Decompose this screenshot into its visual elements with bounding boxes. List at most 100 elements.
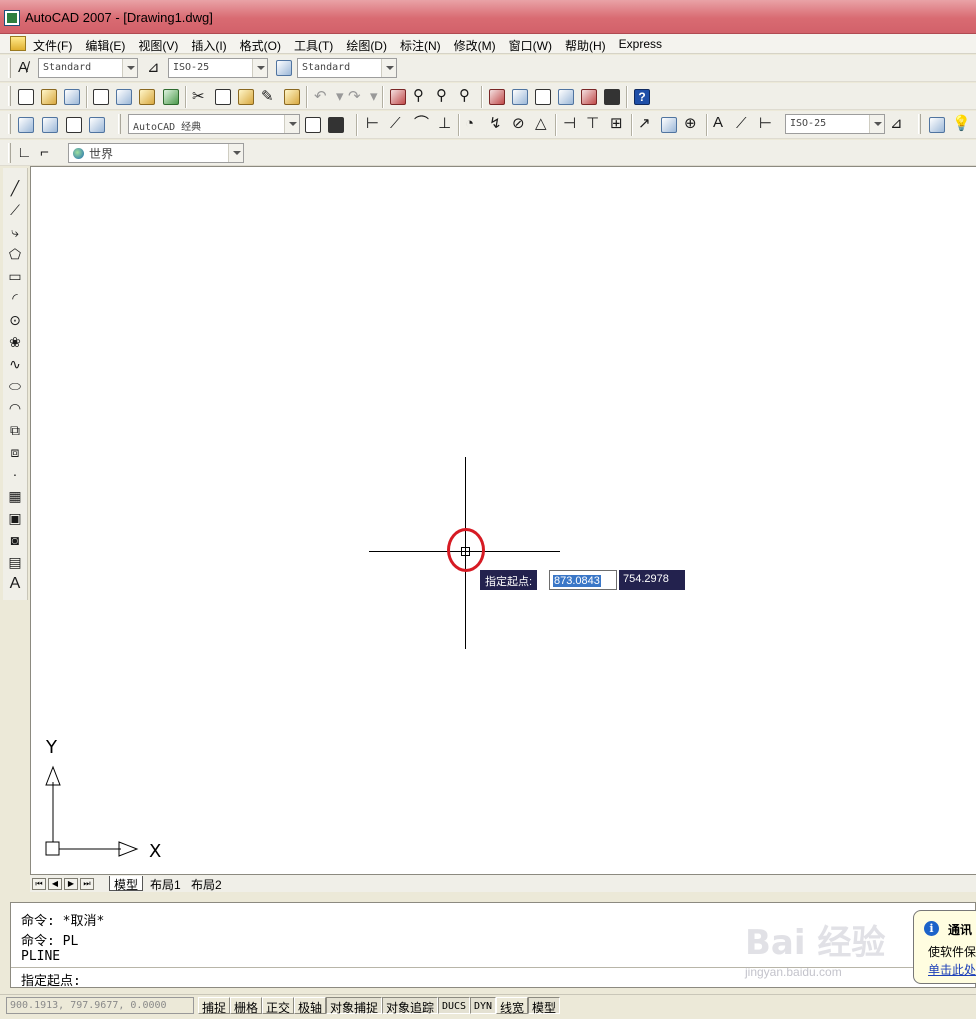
dim-style-manager-icon[interactable]: ⊿ — [890, 116, 903, 132]
polar-toggle[interactable]: 极轴 — [294, 997, 327, 1015]
model-toggle[interactable]: 模型 — [528, 997, 561, 1015]
snap-toggle[interactable]: 捕捉 — [198, 997, 231, 1015]
zoom-window-icon[interactable]: ⚲ — [436, 88, 447, 104]
menu-insert[interactable]: 插入(I) — [191, 37, 232, 54]
menu-dimension[interactable]: 标注(N) — [400, 37, 447, 54]
publish-icon[interactable] — [139, 89, 155, 105]
new-file-icon[interactable] — [18, 89, 34, 105]
dyn-toggle[interactable]: DYN — [470, 997, 497, 1014]
lineweight-toggle[interactable]: 线宽 — [496, 997, 529, 1015]
undo-dropdown-icon[interactable]: ▾ — [336, 89, 344, 105]
etransmit-icon[interactable] — [163, 89, 179, 105]
zoom-previous-icon[interactable]: ⚲ — [459, 88, 470, 104]
menu-view[interactable]: 视图(V) — [138, 37, 184, 54]
grid-toggle[interactable]: 栅格 — [230, 997, 263, 1015]
text-style-icon[interactable]: A̸ — [18, 60, 28, 76]
undo-icon[interactable]: ↶ — [314, 89, 327, 105]
otrack-toggle[interactable]: 对象追踪 — [382, 997, 439, 1015]
tolerance-icon[interactable] — [661, 117, 677, 133]
ucs-icon[interactable]: ∟ — [17, 145, 32, 161]
toolbar-grip[interactable] — [8, 86, 11, 106]
menu-express[interactable]: Express — [619, 37, 668, 54]
calculator-icon[interactable] — [604, 89, 620, 105]
jogged-dim-icon[interactable]: ↯ — [489, 116, 502, 132]
chevron-down-icon[interactable] — [869, 115, 884, 133]
balloon-link[interactable]: 单击此处 — [928, 961, 976, 978]
dynamic-input-x-field[interactable]: 873.0843 — [549, 570, 617, 590]
ellipse-icon[interactable]: ⬭ — [7, 378, 23, 394]
save-workspace-icon[interactable] — [89, 117, 105, 133]
spline-icon[interactable]: ∿ — [7, 356, 23, 372]
circle-icon[interactable]: ⊙ — [7, 312, 23, 328]
region-icon[interactable]: ◙ — [7, 532, 23, 548]
previous-tab-icon[interactable]: ◀ — [48, 878, 62, 890]
layer-manager-icon[interactable] — [929, 117, 945, 133]
ducs-toggle[interactable]: DUCS — [438, 997, 471, 1014]
line-icon[interactable]: ╱ — [7, 180, 23, 196]
chevron-down-icon[interactable] — [284, 115, 299, 133]
dim-update-icon[interactable]: ⊢ — [759, 116, 772, 132]
linear-dim-icon[interactable]: ⊢ — [366, 116, 379, 132]
ucs-manager-icon[interactable]: ⌐ — [40, 145, 49, 161]
last-tab-icon[interactable]: ⏭ — [80, 878, 94, 890]
toolbar-grip[interactable] — [8, 143, 11, 163]
cut-icon[interactable]: ✂ — [192, 89, 205, 105]
menu-tools[interactable]: 工具(T) — [294, 37, 339, 54]
copy-icon[interactable] — [215, 89, 231, 105]
communication-center-balloon[interactable]: i 通讯 使软件保 单击此处 — [913, 910, 976, 984]
ucs-select[interactable]: 世界 — [68, 143, 244, 163]
toolbar-grip[interactable] — [118, 114, 121, 134]
angular-dim-icon[interactable]: △ — [535, 116, 547, 132]
save-icon[interactable] — [64, 89, 80, 105]
dim-style-select-2[interactable]: ISO-25 — [785, 114, 885, 134]
redo-dropdown-icon[interactable]: ▾ — [370, 89, 378, 105]
workspaces-icon[interactable] — [18, 117, 34, 133]
coordinate-display[interactable]: 900.1913, 797.9677, 0.0000 — [6, 997, 194, 1014]
workspace-save-button[interactable] — [328, 117, 344, 133]
workspace-select[interactable]: AutoCAD 经典 — [128, 114, 300, 134]
workspace-settings-icon[interactable] — [42, 117, 58, 133]
quick-dim-icon[interactable]: ⊣ — [563, 116, 576, 132]
tool-palettes-icon[interactable] — [535, 89, 551, 105]
tab-layout1[interactable]: 布局1 — [146, 876, 185, 892]
drawing-area[interactable]: 指定起点: 873.0843 754.2978 Y X — [30, 166, 976, 874]
leader-icon[interactable]: ↗ — [638, 116, 651, 132]
match-properties-icon[interactable]: ✎ — [261, 89, 274, 105]
menu-window[interactable]: 窗口(W) — [509, 37, 558, 54]
aligned-dim-icon[interactable]: ⟋ — [390, 116, 401, 132]
paste-icon[interactable] — [238, 89, 254, 105]
ellipse-arc-icon[interactable]: ◠ — [7, 400, 23, 416]
menu-modify[interactable]: 修改(M) — [454, 37, 502, 54]
zoom-realtime-icon[interactable]: ⚲ — [413, 88, 424, 104]
dim-style-icon[interactable]: ⊿ — [147, 60, 160, 76]
ordinate-dim-icon[interactable]: ⊥ — [438, 116, 451, 132]
autocad-app-icon[interactable] — [4, 10, 20, 26]
toolbar-grip[interactable] — [918, 114, 921, 134]
chevron-down-icon[interactable] — [381, 59, 396, 77]
command-prompt-input[interactable]: 指定起点: — [21, 970, 81, 989]
table-style-icon[interactable] — [276, 60, 292, 76]
next-tab-icon[interactable]: ▶ — [64, 878, 78, 890]
document-icon[interactable] — [10, 36, 26, 51]
print-icon[interactable] — [93, 89, 109, 105]
insert-block-icon[interactable]: ⧉ — [7, 422, 23, 438]
tab-model[interactable]: 模型 — [109, 876, 144, 892]
baseline-dim-icon[interactable]: ⊤ — [586, 116, 599, 132]
polyline-icon[interactable]: ⤷ — [7, 224, 23, 240]
center-mark-icon[interactable]: ⊕ — [684, 116, 697, 132]
ortho-toggle[interactable]: 正交 — [262, 997, 295, 1015]
design-center-icon[interactable] — [512, 89, 528, 105]
polygon-icon[interactable]: ⬠ — [7, 246, 23, 262]
menu-edit[interactable]: 编辑(E) — [85, 37, 131, 54]
redo-icon[interactable]: ↷ — [348, 89, 361, 105]
properties-icon[interactable] — [489, 89, 505, 105]
menu-draw[interactable]: 绘图(D) — [346, 37, 393, 54]
construction-line-icon[interactable]: ⟋ — [7, 202, 23, 218]
chevron-down-icon[interactable] — [122, 59, 137, 77]
help-icon[interactable]: ? — [634, 89, 650, 105]
sheet-set-icon[interactable] — [558, 89, 574, 105]
radius-dim-icon[interactable]: ◔ — [465, 116, 474, 132]
text-style-select[interactable]: Standard — [38, 58, 138, 78]
gradient-icon[interactable]: ▣ — [7, 510, 23, 526]
dynamic-input-y-field[interactable]: 754.2978 — [619, 570, 685, 590]
